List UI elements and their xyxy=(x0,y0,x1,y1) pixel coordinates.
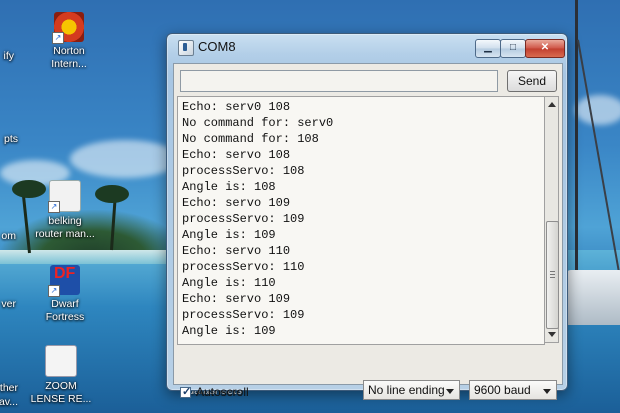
serial-output-area[interactable]: Echo: serv0 108 No command for: serv0 No… xyxy=(177,96,545,345)
bottom-controls: ✓ Autoscroll No line ending 9600 baud xyxy=(174,351,562,400)
line-ending-select[interactable]: No line ending xyxy=(363,380,460,400)
output-line: Angle is: 108 xyxy=(182,180,276,194)
autoscroll-checkbox[interactable]: ✓ xyxy=(180,386,192,398)
output-line: processServo: 109 xyxy=(182,308,305,322)
output-line: Angle is: 110 xyxy=(182,276,276,290)
vertical-scrollbar[interactable] xyxy=(544,96,559,343)
chevron-down-icon xyxy=(543,389,551,394)
chevron-down-icon xyxy=(446,389,454,394)
scroll-up-arrow-icon[interactable] xyxy=(548,102,556,107)
cloud xyxy=(575,95,620,125)
desktop-icon-label: Dwarf xyxy=(51,298,79,310)
output-line: Echo: serv0 108 xyxy=(182,100,291,114)
desktop-icon-label: router man... xyxy=(35,228,95,240)
maximize-icon: □ xyxy=(509,42,517,53)
desktop-icon-label: Fortress xyxy=(45,311,85,323)
desktop-icon-belkin[interactable]: ↗ belking router man... xyxy=(24,180,106,241)
document-icon xyxy=(45,345,77,377)
desktop-icon-zoom-lense[interactable]: ZOOM LENSE RE... xyxy=(20,345,102,406)
minimize-icon: ▁ xyxy=(484,42,492,53)
output-line: Echo: servo 109 xyxy=(182,292,291,306)
grip-line xyxy=(550,277,555,278)
desktop-label-fragment[interactable]: av... xyxy=(0,396,18,409)
output-line: Angle is: 109 xyxy=(182,324,276,338)
title-bar[interactable]: COM8 ▁ □ ✕ xyxy=(167,34,567,60)
scroll-down-arrow-icon[interactable] xyxy=(548,332,556,337)
beach-background xyxy=(0,250,175,264)
desktop-label-fragment[interactable]: ther xyxy=(0,382,18,395)
line-ending-value: No line ending xyxy=(368,383,445,397)
shortcut-arrow-icon: ↗ xyxy=(48,201,60,213)
window-client-area: Send Echo: serv0 108 No command for: ser… xyxy=(173,63,563,400)
dwarf-fortress-icon: DF ↗ xyxy=(48,265,80,297)
arduino-app-icon xyxy=(178,40,194,56)
output-line: No command for: serv0 xyxy=(182,116,334,130)
scrollbar-thumb[interactable] xyxy=(546,221,559,329)
output-line: Echo: servo 109 xyxy=(182,196,291,210)
desktop-icon-label: belking xyxy=(48,215,82,227)
close-icon: ✕ xyxy=(540,42,550,53)
desktop-label-fragment[interactable]: ify xyxy=(0,50,15,63)
serial-monitor-window: COM8 ▁ □ ✕ Send Echo: serv0 108 No comma… xyxy=(166,33,568,400)
desktop-icon-label: ZOOM xyxy=(45,380,77,392)
boat-rope xyxy=(577,39,620,277)
output-line: processServo: 109 xyxy=(182,212,305,226)
send-button[interactable]: Send xyxy=(507,70,557,92)
desktop-label-fragment[interactable]: om xyxy=(0,230,16,243)
serial-command-input[interactable] xyxy=(180,70,498,92)
autoscroll-label[interactable]: Autoscroll xyxy=(196,385,249,399)
baud-rate-select[interactable]: 9600 baud xyxy=(469,380,557,400)
grip-line xyxy=(550,274,555,275)
close-button[interactable]: ✕ xyxy=(525,39,565,58)
desktop-icon-label: Intern... xyxy=(51,58,87,70)
window-title: COM8 xyxy=(198,39,236,54)
shortcut-arrow-icon: ↗ xyxy=(48,285,60,297)
output-line: Angle is: 109 xyxy=(182,228,276,242)
norton-icon: ↗ xyxy=(52,12,84,44)
output-line: No command for: 108 xyxy=(182,132,319,146)
cloud xyxy=(70,140,180,178)
output-line: processServo: 108 xyxy=(182,164,305,178)
desktop-label-fragment[interactable]: ver xyxy=(0,298,16,311)
desktop-icon-norton[interactable]: ↗ Norton Intern... xyxy=(28,12,110,71)
document-icon: ↗ xyxy=(48,180,81,213)
grip-line xyxy=(550,271,555,272)
output-line: Echo: servo 108 xyxy=(182,148,291,162)
baud-rate-value: 9600 baud xyxy=(474,383,531,397)
df-logo-icon: DF xyxy=(54,265,76,282)
desktop-icon-label: LENSE RE... xyxy=(30,393,92,405)
checkmark-icon: ✓ xyxy=(182,386,192,398)
shortcut-arrow-icon: ↗ xyxy=(52,32,64,44)
minimize-button[interactable]: ▁ xyxy=(475,39,501,58)
maximize-button[interactable]: □ xyxy=(500,39,526,58)
output-line: processServo: 110 xyxy=(182,260,305,274)
boat xyxy=(565,270,620,325)
output-line: Echo: servo 110 xyxy=(182,244,291,258)
desktop-icon-dwarf-fortress[interactable]: DF ↗ Dwarf Fortress xyxy=(24,265,106,324)
desktop-icon-label: Norton xyxy=(53,45,85,57)
desktop-label-fragment[interactable]: pts xyxy=(0,133,18,146)
